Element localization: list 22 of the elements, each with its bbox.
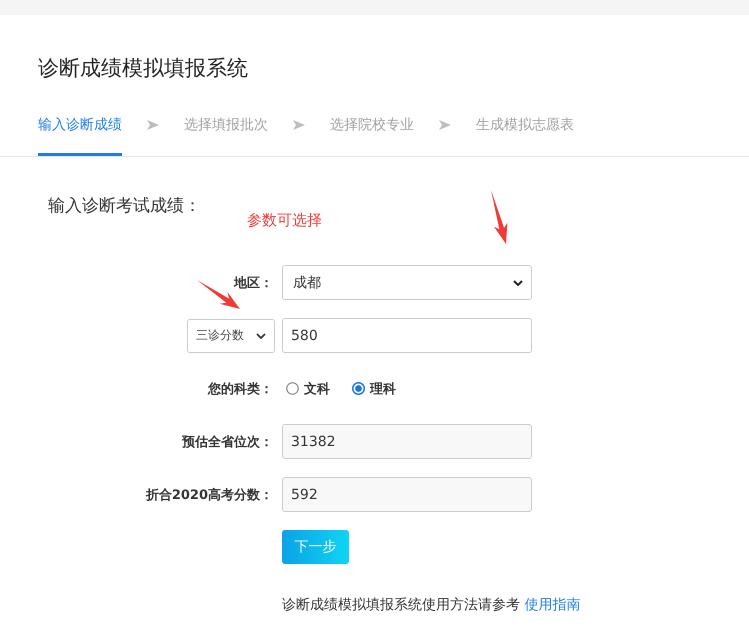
- result-field[interactable]: 592: [282, 477, 532, 512]
- result-field[interactable]: 31382: [282, 424, 532, 459]
- region-select[interactable]: 成都: [282, 265, 532, 300]
- field-label: 预估全省位次：: [182, 434, 273, 450]
- chevron-down-icon: [513, 280, 523, 286]
- score-type-select[interactable]: 三诊分数: [187, 318, 275, 352]
- step-tab[interactable]: 输入诊断成绩: [38, 115, 122, 156]
- step-arrow-icon: [439, 120, 451, 130]
- section-heading: 输入诊断考试成绩：: [48, 195, 202, 217]
- footer-note: 诊断成绩模拟填报系统使用方法请参考 使用指南: [282, 596, 582, 614]
- page-title: 诊断成绩模拟填报系统: [38, 55, 249, 82]
- score-input[interactable]: 580: [282, 318, 532, 353]
- annotation-text: 参数可选择: [247, 211, 322, 229]
- step-arrow-icon: [293, 120, 305, 130]
- field-label: 地区：: [234, 274, 273, 292]
- step-arrow-icon: [147, 120, 159, 130]
- field-label: 您的科类：: [208, 380, 273, 398]
- subject-option[interactable]: 理科: [352, 380, 396, 398]
- guide-link[interactable]: 使用指南: [524, 597, 580, 613]
- field-label: 折合2020高考分数：: [146, 486, 273, 504]
- chevron-down-icon: [256, 332, 266, 338]
- subject-option[interactable]: 文科: [286, 380, 330, 398]
